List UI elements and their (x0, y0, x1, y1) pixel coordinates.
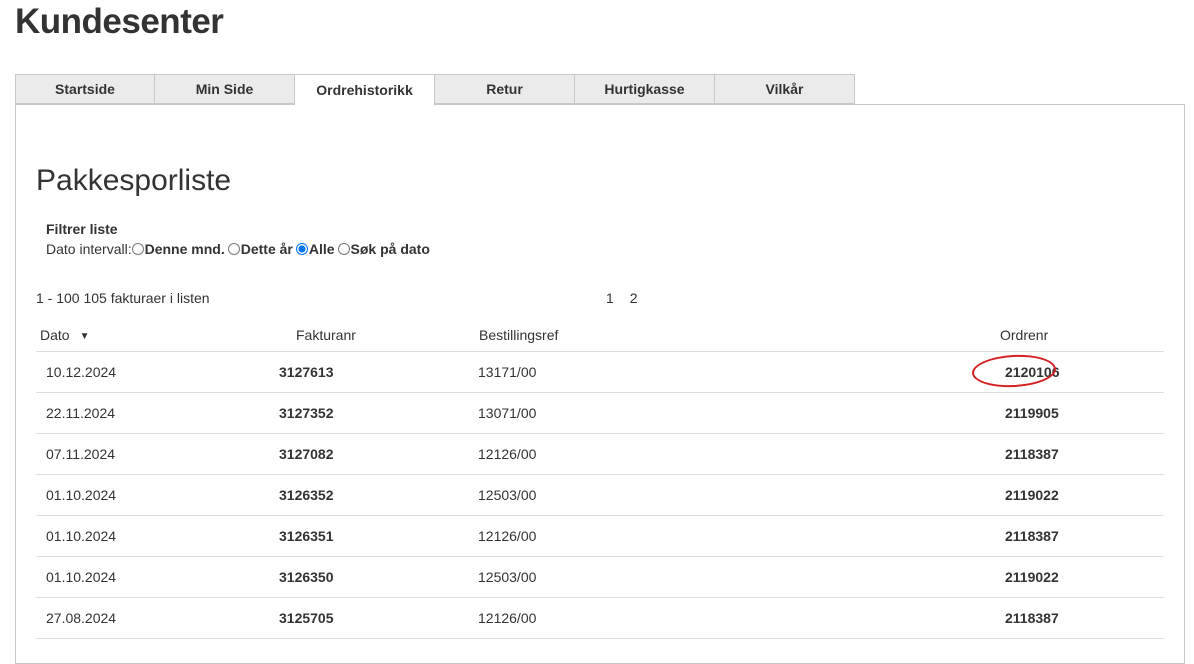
cell-order-ref: 13071/00 (468, 392, 1000, 434)
table-row[interactable]: 10.12.2024 3127613 13171/00 2120106 (36, 351, 1164, 393)
column-header-fakturanr[interactable]: Fakturanr (268, 318, 468, 352)
cell-order-number[interactable]: 2118387 (1000, 515, 1164, 557)
page-link-2[interactable]: 2 (630, 290, 638, 306)
table-row[interactable]: 01.10.2024 3126352 12503/00 2119022 (36, 474, 1164, 516)
cell-date: 01.10.2024 (36, 556, 268, 598)
cell-order-number[interactable]: 2119905 (1000, 392, 1164, 434)
cell-invoice-number[interactable]: 3127082 (268, 433, 468, 475)
invoice-table: Dato ▼ Fakturanr Bestillingsref Ordrenr 1… (36, 318, 1164, 639)
tab-retur[interactable]: Retur (435, 74, 575, 104)
cell-order-number[interactable]: 2118387 (1000, 597, 1164, 639)
cell-order-ref: 12126/00 (468, 597, 1000, 639)
cell-order-number[interactable]: 2120106 (1000, 351, 1164, 393)
cell-order-ref: 13171/00 (468, 351, 1000, 393)
table-row[interactable]: 01.10.2024 3126350 12503/00 2119022 (36, 556, 1164, 598)
result-count: 1 - 100 105 fakturaer i listen (36, 290, 210, 306)
section-title: Pakkesporliste (36, 164, 232, 197)
cell-date: 10.12.2024 (36, 351, 268, 393)
column-header-bestillingsref[interactable]: Bestillingsref (468, 318, 1000, 352)
cell-order-number[interactable]: 2119022 (1000, 474, 1164, 516)
cell-invoice-number[interactable]: 3126350 (268, 556, 468, 598)
pagination: 1 2 (606, 290, 638, 306)
cell-invoice-number[interactable]: 3125705 (268, 597, 468, 639)
cell-order-ref: 12126/00 (468, 515, 1000, 557)
cell-date: 22.11.2024 (36, 392, 268, 434)
table-row[interactable]: 07.11.2024 3127082 12126/00 2118387 (36, 433, 1164, 475)
radio-this-month[interactable] (131, 243, 144, 255)
filter-option-this-month[interactable]: Denne mnd. (131, 241, 225, 257)
date-filter-label: Dato intervall: (46, 241, 132, 257)
tab-startside[interactable]: Startside (15, 74, 155, 104)
table-row[interactable]: 22.11.2024 3127352 13071/00 2119905 (36, 392, 1164, 434)
filter-heading: Filtrer liste (46, 221, 118, 237)
cell-invoice-number[interactable]: 3126352 (268, 474, 468, 516)
cell-invoice-number[interactable]: 3126351 (268, 515, 468, 557)
page-link-1[interactable]: 1 (606, 290, 614, 306)
cell-order-number[interactable]: 2118387 (1000, 433, 1164, 475)
radio-search-date[interactable] (337, 243, 350, 255)
cell-date: 27.08.2024 (36, 597, 268, 639)
cell-order-ref: 12503/00 (468, 556, 1000, 598)
date-filter: Dato intervall: Denne mnd. Dette år Alle… (46, 241, 433, 257)
cell-date: 01.10.2024 (36, 515, 268, 557)
cell-order-ref: 12503/00 (468, 474, 1000, 516)
filter-option-search-date[interactable]: Søk på dato (337, 241, 430, 257)
table-row[interactable]: 27.08.2024 3125705 12126/00 2118387 (36, 597, 1164, 639)
cell-order-number[interactable]: 2119022 (1000, 556, 1164, 598)
cell-date: 07.11.2024 (36, 433, 268, 475)
radio-this-year[interactable] (227, 243, 240, 255)
table-row[interactable]: 01.10.2024 3126351 12126/00 2118387 (36, 515, 1164, 557)
filter-option-this-year[interactable]: Dette år (227, 241, 293, 257)
cell-invoice-number[interactable]: 3127613 (268, 351, 468, 393)
cell-order-ref: 12126/00 (468, 433, 1000, 475)
tab-hurtigkasse[interactable]: Hurtigkasse (575, 74, 715, 104)
column-header-ordrenr[interactable]: Ordrenr (1000, 318, 1164, 352)
cell-invoice-number[interactable]: 3127352 (268, 392, 468, 434)
radio-all[interactable] (295, 243, 308, 255)
filter-option-all[interactable]: Alle (295, 241, 335, 257)
tab-bar: Startside Min Side Ordrehistorikk Retur … (15, 74, 855, 106)
tab-vilkar[interactable]: Vilkår (715, 74, 855, 104)
column-header-dato[interactable]: Dato ▼ (36, 318, 268, 352)
table-header-row: Dato ▼ Fakturanr Bestillingsref Ordrenr (36, 318, 1164, 352)
tab-min-side[interactable]: Min Side (155, 74, 295, 104)
page-title: Kundesenter (15, 2, 224, 41)
cell-date: 01.10.2024 (36, 474, 268, 516)
tab-ordrehistorikk[interactable]: Ordrehistorikk (295, 74, 435, 106)
caret-down-icon[interactable]: ▼ (76, 331, 90, 342)
